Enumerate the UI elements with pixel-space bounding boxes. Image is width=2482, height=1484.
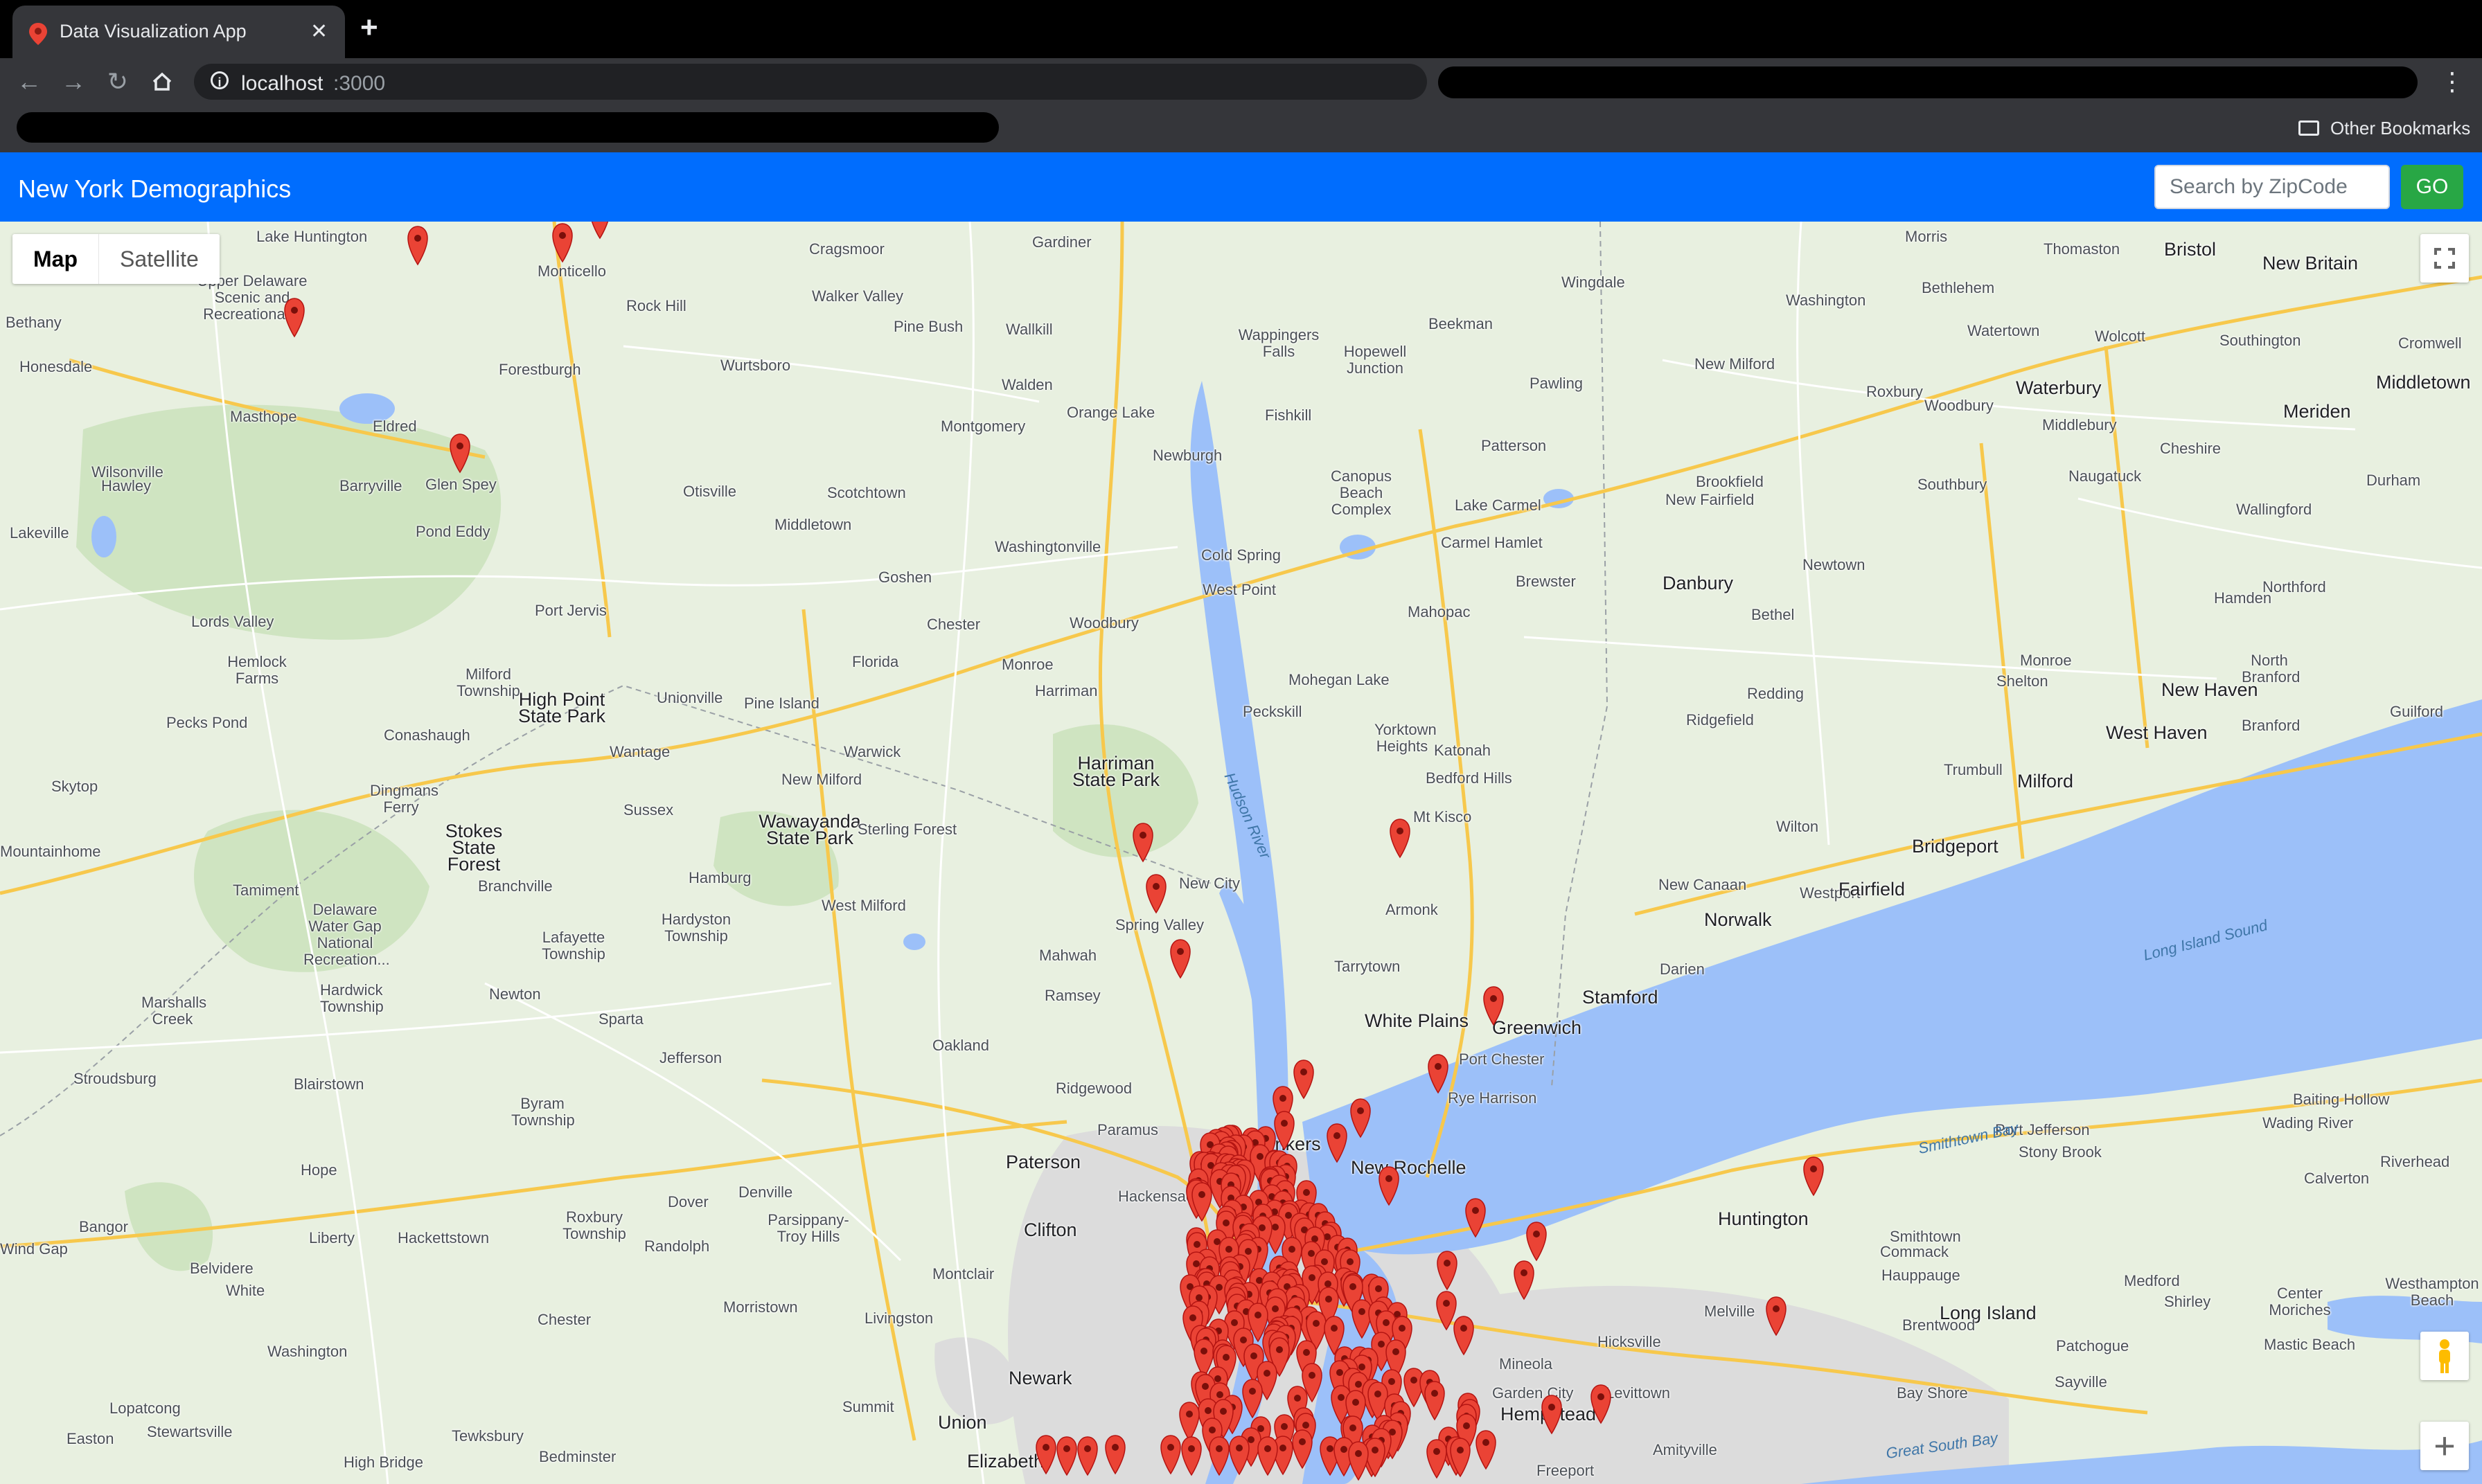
location-marker-icon[interactable] bbox=[1133, 823, 1153, 863]
fullscreen-icon bbox=[2434, 248, 2455, 269]
location-marker-icon[interactable] bbox=[1351, 1299, 1372, 1339]
location-marker-icon[interactable] bbox=[1146, 874, 1167, 914]
location-marker-icon[interactable] bbox=[1379, 1166, 1399, 1206]
location-marker-icon[interactable] bbox=[1229, 1436, 1250, 1476]
site-info-icon[interactable]: i bbox=[211, 71, 229, 89]
map-canvas[interactable]: Lake Huntington Cragsmoor Gardiner Morri… bbox=[0, 222, 2482, 1484]
location-marker-icon[interactable] bbox=[1179, 1402, 1200, 1442]
location-marker-icon[interactable] bbox=[407, 226, 428, 266]
location-marker-icon[interactable] bbox=[1514, 1260, 1534, 1300]
location-marker-icon[interactable] bbox=[1541, 1395, 1562, 1435]
location-marker-icon[interactable] bbox=[1242, 1379, 1263, 1419]
location-marker-icon[interactable] bbox=[1160, 1435, 1181, 1475]
map-type-satellite-button[interactable]: Satellite bbox=[98, 234, 220, 284]
location-marker-icon[interactable] bbox=[590, 222, 610, 240]
location-marker-icon[interactable] bbox=[1590, 1384, 1611, 1424]
map-type-map-button[interactable]: Map bbox=[12, 234, 98, 284]
location-marker-icon[interactable] bbox=[1390, 819, 1410, 859]
home-icon[interactable] bbox=[145, 65, 179, 98]
redacted-extensions-area bbox=[1438, 66, 2418, 98]
browser-tabstrip: Data Visualization App ✕ + bbox=[0, 0, 2482, 58]
reload-icon[interactable]: ↻ bbox=[101, 65, 134, 98]
location-marker-icon[interactable] bbox=[1274, 1111, 1295, 1151]
forward-arrow-icon[interactable]: → bbox=[57, 65, 90, 98]
app-navbar: New York Demographics GO bbox=[0, 152, 2482, 222]
app-title[interactable]: New York Demographics bbox=[18, 175, 291, 204]
street-view-pegman-button[interactable] bbox=[2420, 1332, 2469, 1380]
location-marker-icon[interactable] bbox=[1436, 1291, 1457, 1331]
location-marker-icon[interactable] bbox=[1453, 1316, 1474, 1356]
location-marker-icon[interactable] bbox=[552, 223, 573, 263]
location-marker-icon[interactable] bbox=[1350, 1098, 1371, 1138]
location-marker-icon[interactable] bbox=[1475, 1430, 1496, 1470]
location-marker-icon[interactable] bbox=[1170, 939, 1191, 979]
pegman-icon bbox=[2439, 1339, 2450, 1373]
location-marker-icon[interactable] bbox=[1803, 1156, 1824, 1197]
close-tab-icon[interactable]: ✕ bbox=[310, 18, 328, 46]
fullscreen-button[interactable] bbox=[2420, 234, 2469, 283]
zipcode-search-input[interactable] bbox=[2154, 165, 2390, 209]
location-marker-icon[interactable] bbox=[1483, 986, 1504, 1026]
tab-title: Data Visualization App bbox=[60, 21, 247, 42]
browser-menu-icon[interactable]: ⋮ bbox=[2438, 65, 2466, 98]
location-marker-icon[interactable] bbox=[1077, 1436, 1098, 1476]
location-marker-icon[interactable] bbox=[1428, 1054, 1448, 1094]
location-marker-icon[interactable] bbox=[450, 433, 470, 474]
go-button[interactable]: GO bbox=[2401, 165, 2463, 209]
location-marker-icon[interactable] bbox=[1056, 1436, 1077, 1476]
redacted-bookmarks bbox=[17, 112, 999, 143]
location-marker-icon[interactable] bbox=[1257, 1436, 1278, 1476]
location-marker-icon[interactable] bbox=[1526, 1222, 1547, 1262]
map-type-control: Map Satellite bbox=[12, 234, 220, 284]
browser-tab[interactable]: Data Visualization App ✕ bbox=[12, 6, 345, 58]
new-tab-icon[interactable]: + bbox=[360, 12, 378, 43]
location-marker-icon[interactable] bbox=[1424, 1381, 1445, 1421]
location-marker-icon[interactable] bbox=[1293, 1060, 1314, 1100]
marker-layer bbox=[284, 222, 1824, 1481]
location-marker-icon[interactable] bbox=[1437, 1251, 1457, 1291]
location-marker-icon[interactable] bbox=[1036, 1435, 1056, 1475]
folder-icon bbox=[2298, 120, 2319, 136]
address-bar[interactable]: i localhost :3000 bbox=[194, 64, 1427, 100]
map-pin-favicon-icon bbox=[29, 23, 47, 45]
location-marker-icon[interactable] bbox=[1105, 1435, 1126, 1475]
location-marker-icon[interactable] bbox=[1465, 1198, 1486, 1238]
zoom-in-button[interactable]: + bbox=[2420, 1422, 2469, 1470]
location-marker-icon[interactable] bbox=[1209, 1436, 1230, 1476]
location-marker-icon[interactable] bbox=[1292, 1429, 1313, 1469]
url-port: :3000 bbox=[333, 72, 386, 95]
bookmarks-bar: Other Bookmarks bbox=[0, 105, 2482, 152]
location-marker-icon[interactable] bbox=[284, 298, 305, 338]
location-marker-icon[interactable] bbox=[1181, 1436, 1202, 1476]
browser-toolbar: ← → ↻ i localhost :3000 ⋮ bbox=[0, 58, 2482, 105]
back-arrow-icon[interactable]: ← bbox=[12, 65, 46, 98]
location-marker-icon[interactable] bbox=[1348, 1441, 1369, 1481]
other-bookmarks-link[interactable]: Other Bookmarks bbox=[2330, 118, 2470, 139]
url-host: localhost bbox=[241, 72, 323, 95]
location-marker-icon[interactable] bbox=[1327, 1123, 1347, 1163]
location-marker-icon[interactable] bbox=[1426, 1439, 1447, 1479]
location-marker-icon[interactable] bbox=[1766, 1296, 1787, 1337]
